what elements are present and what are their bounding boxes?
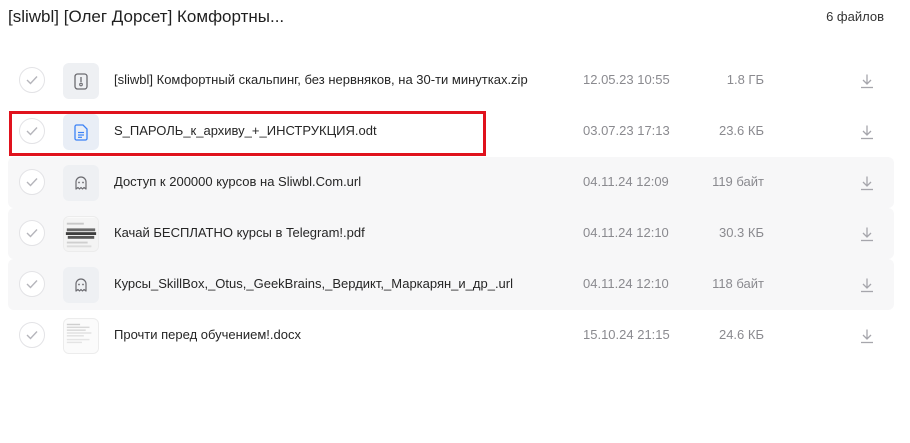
select-checkbox[interactable] [19,169,45,195]
file-date: 04.11.24 12:09 [583,174,669,189]
file-date: 15.10.24 21:15 [583,327,670,342]
select-checkbox[interactable] [19,322,45,348]
select-checkbox[interactable] [19,118,45,144]
file-list: [sliwbl] Комфортный скальпинг, без нервн… [8,55,894,361]
select-checkbox[interactable] [19,271,45,297]
download-icon[interactable] [857,224,877,244]
checkmark-icon [26,331,38,340]
download-icon[interactable] [857,71,877,91]
file-name[interactable]: Качай БЕСПЛАТНО курсы в Telegram!.pdf [114,224,365,242]
file-row[interactable]: Качай БЕСПЛАТНО курсы в Telegram!.pdf 04… [8,208,894,259]
pdf-preview-icon [63,216,99,252]
file-size: 23.6 КБ [718,123,764,138]
file-name[interactable]: Доступ к 200000 курсов на Sliwbl.Com.url [114,173,361,191]
checkmark-icon [26,178,38,187]
file-row[interactable]: S_ПАРОЛЬ_к_архиву_+_ИНСТРУКЦИЯ.odt 03.07… [8,106,894,157]
document-icon [63,114,99,150]
docx-preview-icon [63,318,99,354]
download-icon[interactable] [857,275,877,295]
select-checkbox[interactable] [19,67,45,93]
file-size: 118 байт [712,276,764,291]
file-size: 119 байт [712,174,764,189]
download-icon[interactable] [857,173,877,193]
file-count: 6 файлов [826,9,884,24]
select-checkbox[interactable] [19,220,45,246]
link-file-icon [63,165,99,201]
file-size: 30.3 КБ [718,225,764,240]
file-date: 12.05.23 10:55 [583,72,670,87]
file-date: 04.11.24 12:10 [583,276,669,291]
file-row[interactable]: Курсы_SkillBox,_Otus,_GeekBrains,_Вердик… [8,259,894,310]
checkmark-icon [26,76,38,85]
file-row[interactable]: Прочти перед обучением!.docx 15.10.24 21… [8,310,894,361]
download-icon[interactable] [857,326,877,346]
file-row[interactable]: [sliwbl] Комфортный скальпинг, без нервн… [8,55,894,106]
file-name[interactable]: Курсы_SkillBox,_Otus,_GeekBrains,_Вердик… [114,275,513,293]
file-size: 24.6 КБ [718,327,764,342]
folder-title: [sliwbl] [Олег Дорсет] Комфортны... [8,7,285,26]
file-name[interactable]: S_ПАРОЛЬ_к_архиву_+_ИНСТРУКЦИЯ.odt [114,122,377,140]
file-size: 1.8 ГБ [726,72,764,87]
file-date: 04.11.24 12:10 [583,225,669,240]
download-icon[interactable] [857,122,877,142]
link-file-icon [63,267,99,303]
checkmark-icon [26,280,38,289]
folder-header: [sliwbl] [Олег Дорсет] Комфортны... 6 фа… [8,6,902,30]
checkmark-icon [26,127,38,136]
file-date: 03.07.23 17:13 [583,123,670,138]
file-row[interactable]: Доступ к 200000 курсов на Sliwbl.Com.url… [8,157,894,208]
checkmark-icon [26,229,38,238]
file-name[interactable]: [sliwbl] Комфортный скальпинг, без нервн… [114,71,528,89]
file-name[interactable]: Прочти перед обучением!.docx [114,326,301,344]
archive-icon [63,63,99,99]
